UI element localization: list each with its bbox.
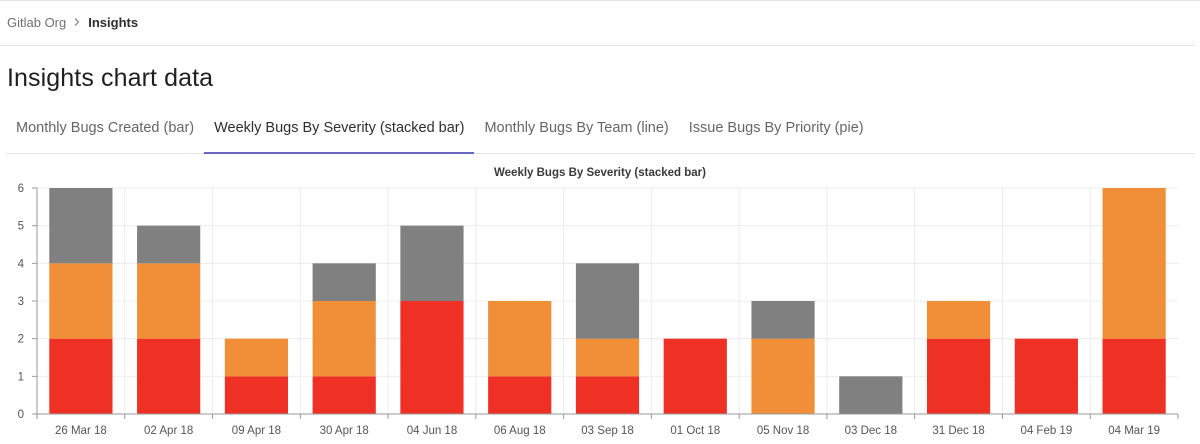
- bar-segment: [137, 338, 201, 414]
- chart-title: Weekly Bugs By Severity (stacked bar): [494, 167, 706, 179]
- y-tick-label: 6: [18, 183, 24, 195]
- tab-monthly-bugs-by-team[interactable]: Monthly Bugs By Team (line): [474, 108, 678, 154]
- y-tick-label: 3: [18, 296, 24, 308]
- x-tick-label: 04 Feb 19: [1020, 425, 1072, 437]
- x-tick-label: 03 Dec 18: [845, 425, 897, 437]
- bar-segment: [839, 376, 903, 414]
- x-tick-label: 31 Dec 18: [932, 425, 984, 437]
- x-tick-label: 06 Aug 18: [494, 425, 546, 437]
- y-tick-label: 5: [18, 221, 24, 233]
- chart-tabs: Monthly Bugs Created (bar) Weekly Bugs B…: [6, 108, 1195, 154]
- bar-segment: [49, 263, 113, 339]
- x-tick-label: 02 Apr 18: [144, 425, 193, 437]
- bar-segment: [312, 301, 376, 377]
- x-tick-label: 30 Apr 18: [320, 425, 369, 437]
- bar-segment: [663, 338, 727, 414]
- x-tick-label: 04 Jun 18: [407, 425, 458, 437]
- x-tick-label: 09 Apr 18: [232, 425, 281, 437]
- bar-segment: [400, 301, 464, 414]
- bar-segment: [751, 301, 815, 339]
- x-tick-label: 01 Oct 18: [670, 425, 720, 437]
- bar-segment: [1102, 188, 1166, 339]
- tab-issue-bugs-by-priority[interactable]: Issue Bugs By Priority (pie): [679, 108, 874, 154]
- breadcrumb-current[interactable]: Insights: [88, 15, 138, 30]
- stacked-bar-chart: Weekly Bugs By Severity (stacked bar) 01…: [18, 167, 1179, 437]
- bar-segment: [926, 301, 991, 339]
- bar-segment: [312, 263, 376, 301]
- x-tick-label: 05 Nov 18: [757, 425, 809, 437]
- chevron-right-icon: [73, 17, 81, 27]
- bar-segment: [1102, 338, 1166, 414]
- bar-segment: [488, 376, 552, 414]
- bar-segment: [312, 376, 376, 414]
- bar-segment: [137, 263, 201, 339]
- breadcrumb-divider: [0, 45, 1195, 46]
- breadcrumb-parent-link[interactable]: Gitlab Org: [7, 15, 66, 30]
- tab-weekly-bugs-by-severity[interactable]: Weekly Bugs By Severity (stacked bar): [204, 108, 475, 154]
- bar-segment: [575, 376, 640, 414]
- x-tick-label: 03 Sep 18: [581, 425, 633, 437]
- bar-segment: [400, 225, 464, 301]
- bar-segment: [49, 338, 113, 414]
- bar-segment: [488, 301, 552, 377]
- y-tick-label: 0: [18, 409, 24, 421]
- bar-segment: [575, 263, 640, 339]
- bar-segment: [224, 338, 289, 377]
- bar-segment: [49, 188, 113, 264]
- y-tick-label: 4: [18, 258, 25, 270]
- bar-segment: [575, 338, 640, 377]
- bar-segment: [137, 225, 201, 264]
- x-tick-label: 04 Mar 19: [1108, 425, 1160, 437]
- page-title: Insights chart data: [7, 64, 214, 92]
- bar-segment: [1014, 338, 1078, 414]
- x-tick-label: 26 Mar 18: [55, 425, 107, 437]
- bar-segment: [926, 338, 991, 414]
- y-tick-label: 1: [18, 371, 24, 383]
- bar-segment: [224, 376, 289, 414]
- tab-monthly-bugs-created[interactable]: Monthly Bugs Created (bar): [6, 108, 204, 154]
- breadcrumb: Gitlab Org Insights: [7, 14, 138, 30]
- y-tick-label: 2: [18, 334, 24, 346]
- bar-segment: [751, 338, 815, 414]
- top-divider: [0, 0, 1200, 1]
